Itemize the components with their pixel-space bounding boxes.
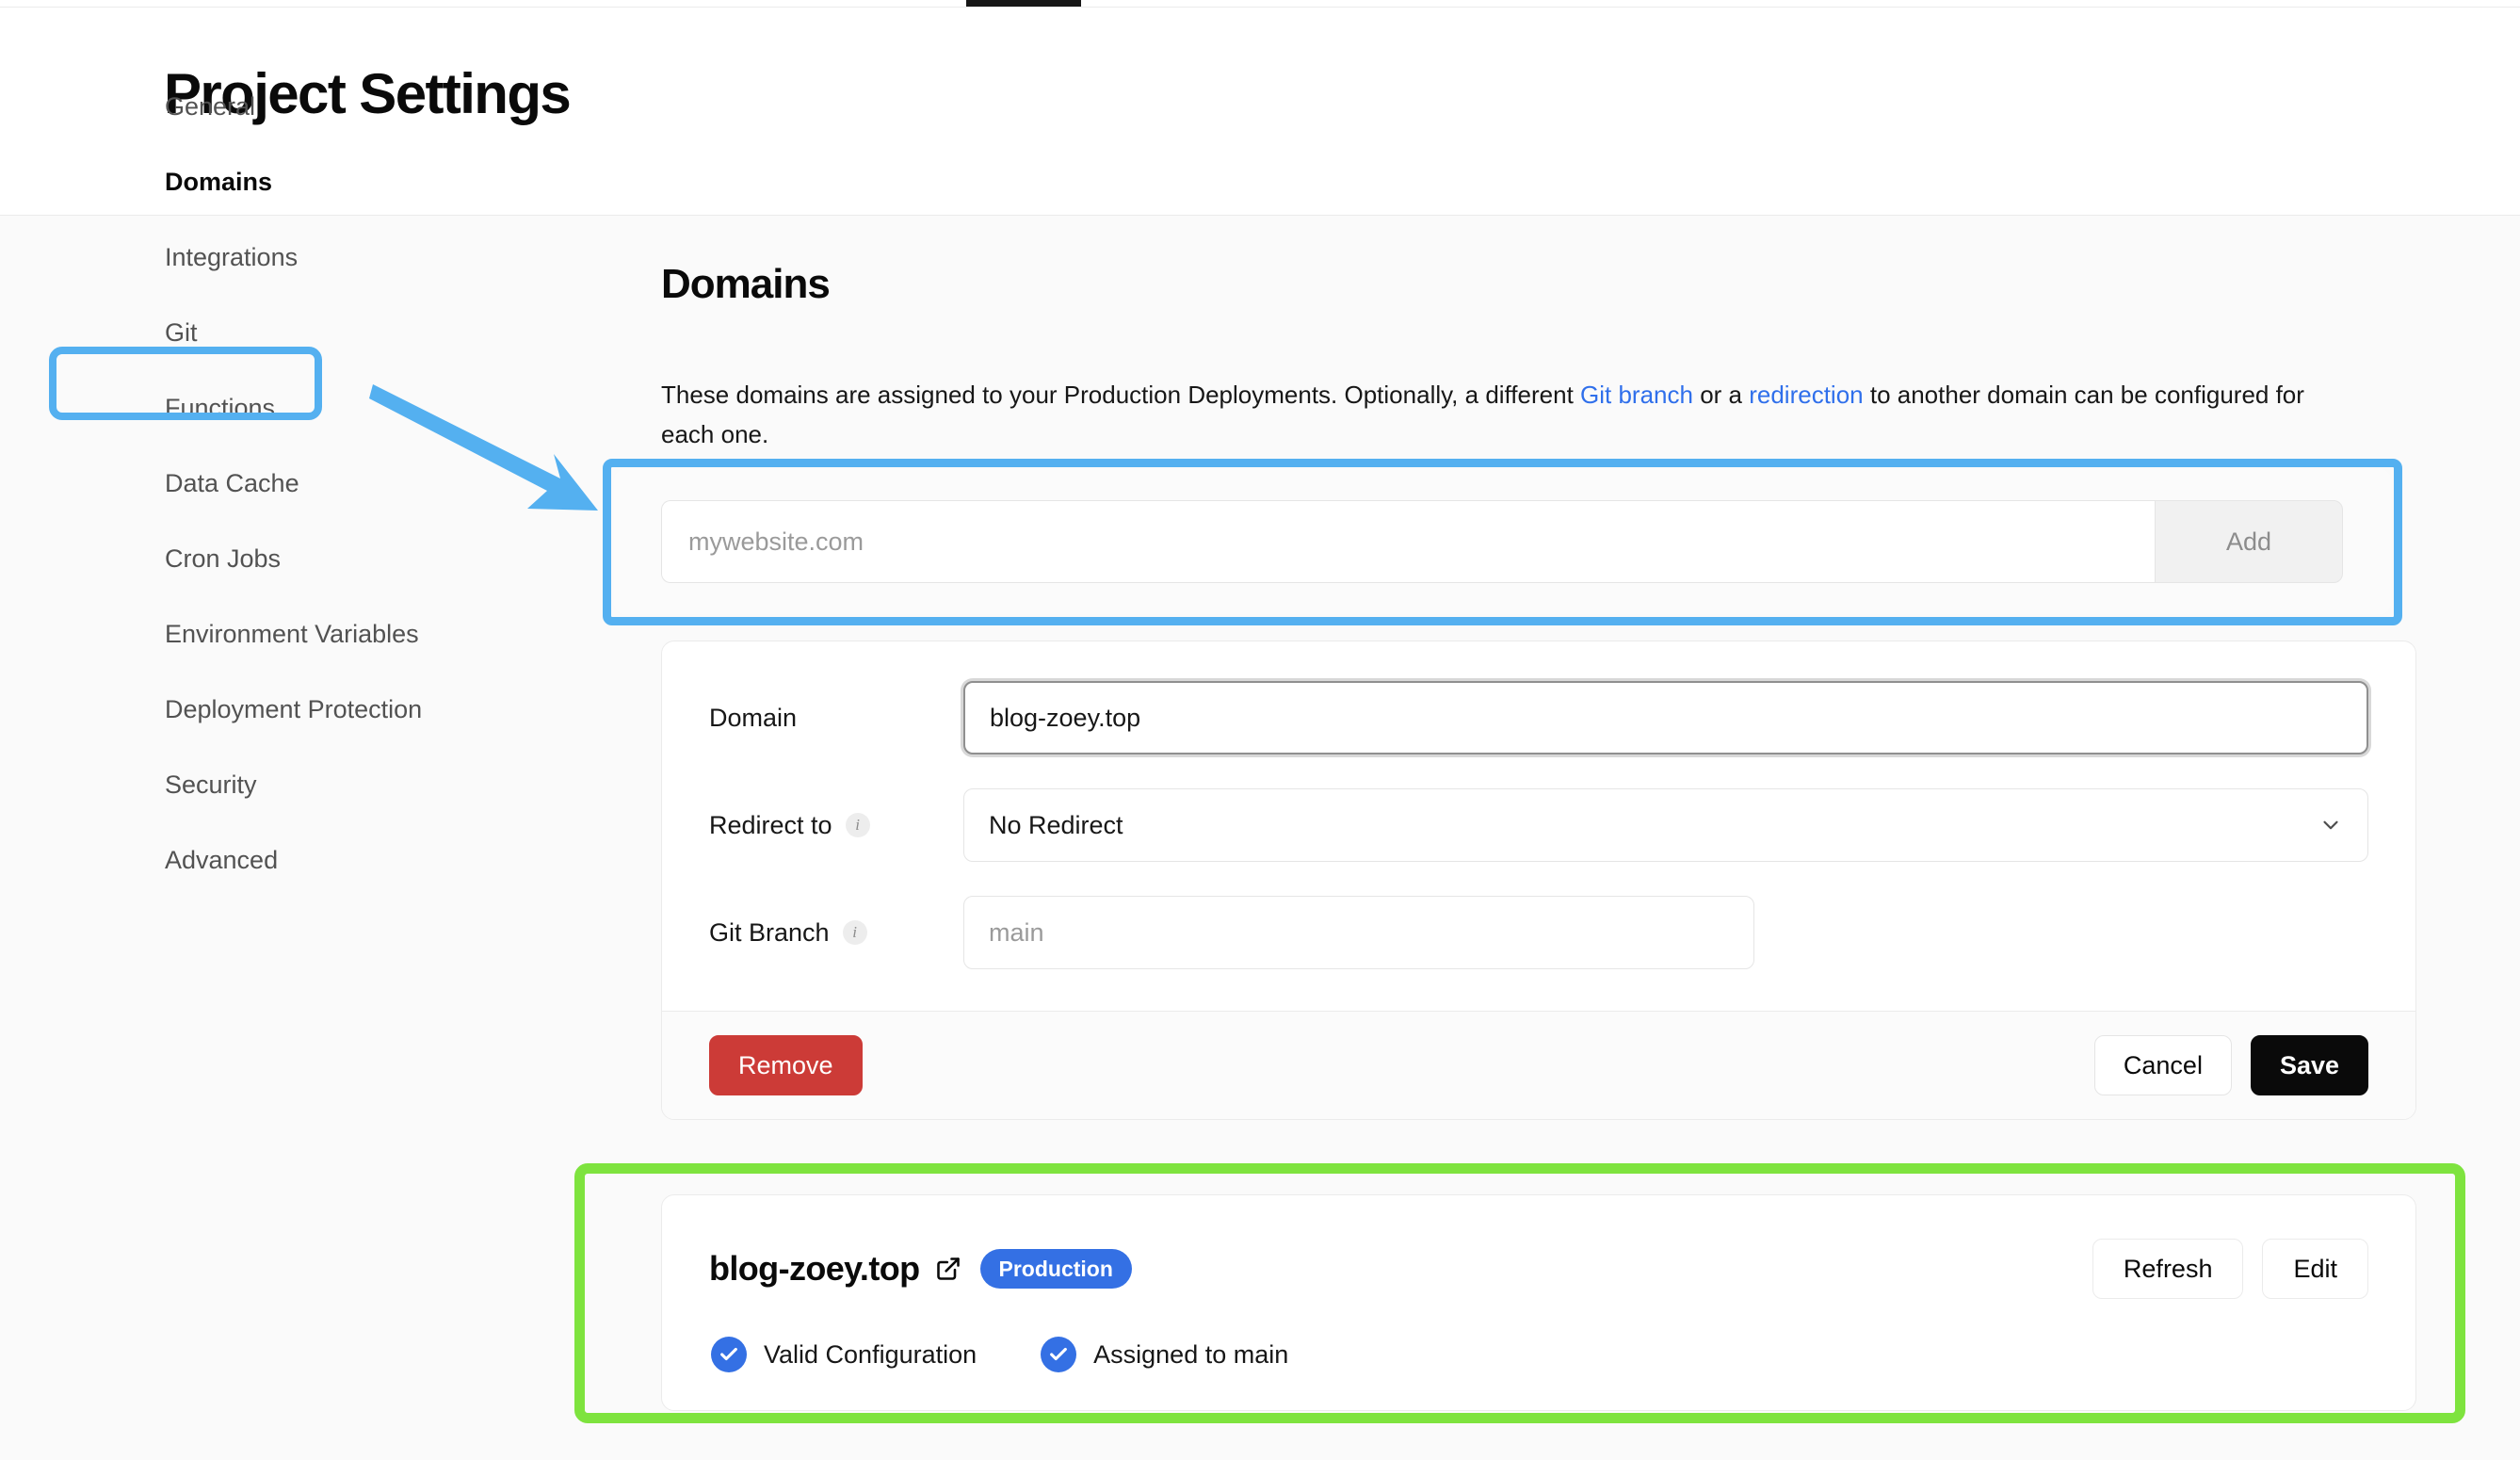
domain-status-header: blog-zoey.top Production Refresh Edit [709,1239,2368,1299]
status-check-label: Valid Configuration [764,1339,977,1369]
cancel-button[interactable]: Cancel [2093,1035,2232,1095]
domain-field-label: Domain [709,704,963,733]
redirection-link[interactable]: redirection [1749,381,1863,409]
domain-edit-footer: Remove Cancel Save [662,1011,2415,1119]
domain-edit-card: Domain Redirect to i No Redirect [661,641,2416,1120]
domain-name: blog-zoey.top [709,1249,920,1288]
add-domain-button[interactable]: Add [2155,500,2343,583]
domain-status-card: blog-zoey.top Production Refresh Edit Va… [661,1194,2416,1411]
project-settings-page: Project Settings General Domains Integra… [0,0,2520,1460]
redirect-field-label: Redirect to i [709,811,963,840]
sidebar-item-general[interactable]: General [132,69,509,144]
remove-button[interactable]: Remove [709,1035,863,1095]
status-check-assigned-branch: Assigned to main [1041,1337,1288,1372]
sidebar-item-cron-jobs[interactable]: Cron Jobs [132,521,509,596]
sidebar-item-domains[interactable]: Domains [132,144,509,219]
active-tab-underline [966,0,1081,7]
redirect-select[interactable]: No Redirect [963,788,2368,862]
section-title: Domains [661,261,831,307]
domain-label-text: Domain [709,703,798,732]
git-branch-field-control [963,896,1754,969]
sidebar-item-data-cache[interactable]: Data Cache [132,446,509,521]
external-link-icon[interactable] [935,1256,961,1282]
refresh-button[interactable]: Refresh [2092,1239,2244,1299]
domain-input[interactable] [963,681,2368,754]
save-button[interactable]: Save [2250,1035,2368,1095]
sidebar-item-security[interactable]: Security [132,747,509,822]
sidebar-item-advanced[interactable]: Advanced [132,822,509,898]
git-branch-label-text: Git Branch [709,917,830,947]
git-branch-field-label: Git Branch i [709,918,963,948]
description-part2: or a [1692,381,1750,409]
git-branch-input[interactable] [963,896,1754,969]
chevron-down-icon [2323,820,2338,830]
domain-edit-fields: Domain Redirect to i No Redirect [662,641,2415,1011]
info-icon[interactable]: i [842,920,867,945]
info-icon[interactable]: i [845,813,870,837]
sidebar-item-integrations[interactable]: Integrations [132,219,509,295]
add-domain-row: Add [661,500,2343,583]
section-description: These domains are assigned to your Produ… [661,375,2337,454]
git-branch-link[interactable]: Git branch [1580,381,1693,409]
settings-sidebar: General Domains Integrations Git Functio… [132,69,509,898]
description-part1: These domains are assigned to your Produ… [661,381,1581,409]
redirect-field-row: Redirect to i No Redirect [709,788,2368,862]
status-check-valid-configuration: Valid Configuration [711,1337,977,1372]
check-icon [711,1337,747,1372]
edit-button[interactable]: Edit [2262,1239,2368,1299]
sidebar-item-environment-variables[interactable]: Environment Variables [132,596,509,672]
domain-status-actions: Refresh Edit [2092,1239,2368,1299]
redirect-label-text: Redirect to [709,810,832,839]
sidebar-item-git[interactable]: Git [132,295,509,370]
status-check-label: Assigned to main [1093,1339,1289,1369]
check-icon [1041,1337,1077,1372]
domain-field-row: Domain [709,681,2368,754]
sidebar-item-functions[interactable]: Functions [132,370,509,446]
domain-status-checks: Valid Configuration Assigned to main [709,1337,2368,1372]
sidebar-item-deployment-protection[interactable]: Deployment Protection [132,672,509,747]
git-branch-field-row: Git Branch i [709,896,2368,969]
top-tab-bar [0,0,2520,8]
add-domain-input[interactable] [661,500,2155,583]
add-domain-card: Add [614,469,2391,614]
domain-field-control [963,681,2368,754]
redirect-selected-value: No Redirect [989,810,1123,839]
environment-badge: Production [979,1248,1132,1290]
redirect-field-control: No Redirect [963,788,2368,862]
